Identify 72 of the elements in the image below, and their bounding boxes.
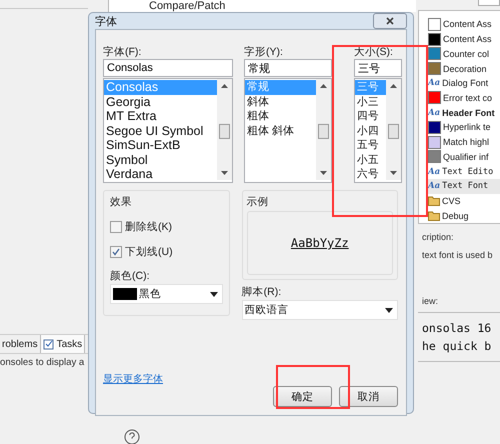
preference-item[interactable]: Match highl bbox=[428, 134, 500, 150]
preference-item[interactable]: Debug bbox=[428, 208, 500, 224]
field-label: 字形(Y): bbox=[244, 45, 284, 59]
group-title: 示例 bbox=[246, 195, 270, 209]
font-icon: Aa bbox=[428, 166, 440, 177]
scrollbar[interactable] bbox=[386, 79, 401, 180]
preference-item[interactable]: CVS bbox=[428, 194, 500, 208]
dialog-title: 字体 bbox=[95, 14, 117, 28]
list-item[interactable]: Georgia bbox=[104, 94, 217, 109]
preference-item[interactable]: Aa Text Edito bbox=[428, 164, 500, 179]
field-label: 脚本(R): bbox=[242, 285, 282, 299]
panel-tab[interactable]: Tasks bbox=[40, 335, 86, 353]
list-item[interactable]: 五号 bbox=[355, 138, 386, 152]
section-label: cription: bbox=[421, 232, 455, 242]
input-field[interactable]: Consolas bbox=[103, 59, 233, 77]
search-field[interactable] bbox=[478, 0, 500, 6]
preview-text: he quick b bbox=[422, 338, 492, 355]
preference-item[interactable]: Content Ass bbox=[428, 17, 500, 32]
preference-item[interactable]: Aa Dialog Font bbox=[428, 76, 500, 91]
field-label: 大小(S): bbox=[354, 45, 394, 59]
field-label: 字体(F): bbox=[103, 45, 142, 59]
close-icon bbox=[386, 17, 394, 25]
list-item[interactable]: Verdana bbox=[104, 167, 217, 182]
font-icon: Aa bbox=[428, 108, 440, 118]
folder-icon bbox=[428, 210, 440, 222]
task-list-icon bbox=[42, 338, 55, 350]
section-label: iew: bbox=[421, 296, 440, 306]
list-item[interactable]: 四号 bbox=[355, 109, 386, 124]
list-item[interactable]: SimSun-ExtB bbox=[104, 138, 217, 152]
checkmark-icon bbox=[112, 248, 120, 256]
list-item[interactable]: MT Extra bbox=[104, 109, 217, 124]
preference-item[interactable]: Aa Text Font bbox=[428, 178, 500, 194]
list-item[interactable]: 粗体 bbox=[245, 109, 316, 124]
more-fonts-link[interactable]: 显示更多字体 bbox=[103, 372, 163, 386]
field-label: 颜色(C): bbox=[110, 269, 150, 283]
font-icon: Aa bbox=[428, 78, 440, 88]
sample-text: AaBbYyZz bbox=[290, 236, 349, 250]
scrollbar[interactable] bbox=[316, 79, 331, 180]
preference-item[interactable]: Error text co bbox=[428, 90, 500, 106]
preview-text: onsolas 16 bbox=[422, 320, 492, 337]
preference-item[interactable]: Qualifier inf bbox=[428, 149, 500, 164]
console-message: onsoles to display a bbox=[0, 356, 86, 368]
input-field[interactable]: 三号 bbox=[354, 59, 402, 77]
checkbox[interactable]: 删除线(K) bbox=[110, 220, 223, 234]
color-dropdown[interactable]: 黑色 bbox=[110, 284, 223, 304]
description-text: text font is used b bbox=[421, 250, 494, 260]
group-title: 效果 bbox=[110, 195, 133, 209]
list-item[interactable]: 小三 bbox=[355, 94, 386, 109]
preference-item[interactable]: Decoration bbox=[428, 61, 500, 76]
list-item[interactable]: 斜体 bbox=[245, 94, 316, 109]
scrollbar[interactable] bbox=[217, 79, 232, 180]
preference-item[interactable]: Counter col bbox=[428, 46, 500, 62]
dialog-button[interactable]: 确定 bbox=[273, 386, 332, 407]
list-item[interactable]: Symbol bbox=[104, 152, 217, 167]
list-item[interactable]: 小五 bbox=[355, 152, 386, 167]
input-field[interactable]: 常规 bbox=[244, 59, 332, 77]
preference-item[interactable]: Aa Header Font bbox=[428, 105, 500, 120]
dialog-button[interactable]: 取消 bbox=[339, 386, 398, 407]
preference-item[interactable]: Hyperlink te bbox=[428, 120, 500, 135]
list-item[interactable]: 粗体 斜体 bbox=[245, 124, 316, 138]
list-item[interactable]: Segoe UI Symbol bbox=[104, 124, 217, 138]
font-icon: Aa bbox=[428, 181, 440, 192]
list-item[interactable]: 小四 bbox=[355, 124, 386, 138]
dropdown-caret-icon bbox=[385, 308, 393, 312]
dropdown-caret-icon bbox=[210, 292, 218, 296]
preference-item[interactable]: Content Ass bbox=[428, 32, 500, 46]
list-item[interactable]: 六号 bbox=[355, 167, 386, 182]
script-dropdown[interactable]: 西欧语言 bbox=[242, 300, 398, 320]
close-button[interactable] bbox=[373, 13, 407, 29]
panel-tab[interactable]: roblems bbox=[0, 335, 40, 353]
help-icon[interactable] bbox=[124, 428, 140, 444]
checkbox[interactable]: 下划线(U) bbox=[110, 245, 223, 259]
